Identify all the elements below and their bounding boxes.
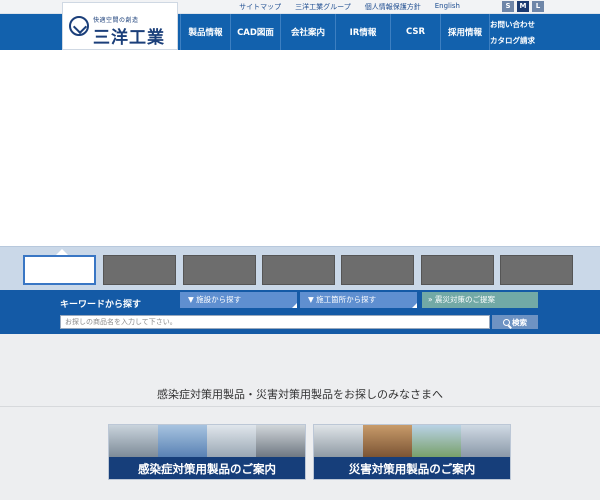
disaster-proposal-tab[interactable]: » 震災対策のご提案 xyxy=(422,292,538,308)
banner-caption: 感染症対策用製品のご案内 xyxy=(109,457,305,479)
slide-thumbnail-strip xyxy=(0,246,600,290)
font-size-medium-button[interactable]: M xyxy=(517,1,529,12)
divider xyxy=(0,406,600,407)
disaster-products-banner[interactable]: 災害対策用製品のご案内 xyxy=(313,424,511,480)
privacy-link[interactable]: 個人情報保護方針 xyxy=(365,2,421,12)
group-link[interactable]: 三洋工業グループ xyxy=(295,2,351,12)
slide-thumbnail-6[interactable] xyxy=(421,255,494,285)
corner-fold-icon xyxy=(292,303,297,308)
banner-photo xyxy=(314,425,510,457)
company-logo[interactable]: 快適空間の創造 三洋工業 xyxy=(62,2,178,50)
slide-thumbnail-1[interactable] xyxy=(23,255,96,285)
contact-link[interactable]: お問い合わせ xyxy=(490,19,535,30)
nav-side-links: お問い合わせ カタログ請求 xyxy=(490,14,535,50)
hero-slideshow xyxy=(0,50,600,246)
nav-item-ir[interactable]: IR情報 xyxy=(335,14,390,50)
search-button-label: 検索 xyxy=(512,317,527,327)
section-title: 感染症対策用製品・災害対策用製品をお探しのみなさまへ xyxy=(157,388,443,401)
facility-search-label: ▼ 施設から探す xyxy=(188,295,242,304)
facility-search-tab[interactable]: ▼ 施設から探す xyxy=(180,292,297,308)
english-link[interactable]: English xyxy=(435,2,460,12)
location-search-label: ▼ 施工箇所から探す xyxy=(308,295,377,304)
slide-thumbnail-2[interactable] xyxy=(103,255,176,285)
font-size-small-button[interactable]: S xyxy=(502,1,514,12)
utility-links: サイトマップ 三洋工業グループ 個人情報保護方針 English xyxy=(239,2,460,12)
font-size-large-button[interactable]: L xyxy=(532,1,544,12)
lower-section: 感染症対策用製品・災害対策用製品をお探しのみなさまへ 感染症対策用製品のご案内 … xyxy=(0,334,600,500)
font-size-switcher: S M L xyxy=(502,1,544,12)
nav-menu: 製品情報 CAD図面 会社案内 IR情報 CSR 採用情報 xyxy=(180,14,490,50)
infection-products-banner[interactable]: 感染症対策用製品のご案内 xyxy=(108,424,306,480)
nav-item-cad[interactable]: CAD図面 xyxy=(230,14,280,50)
nav-item-products[interactable]: 製品情報 xyxy=(180,14,230,50)
location-search-tab[interactable]: ▼ 施工箇所から探す xyxy=(300,292,417,308)
slide-thumbnail-7[interactable] xyxy=(500,255,573,285)
slide-thumbnail-4[interactable] xyxy=(262,255,335,285)
nav-item-csr[interactable]: CSR xyxy=(390,14,440,50)
logo-name: 三洋工業 xyxy=(93,28,165,48)
logo-mark-icon xyxy=(69,16,89,36)
nav-item-company[interactable]: 会社案内 xyxy=(280,14,335,50)
banner-photo xyxy=(109,425,305,457)
banner-caption: 災害対策用製品のご案内 xyxy=(314,457,510,479)
slide-thumbnail-5[interactable] xyxy=(341,255,414,285)
keyword-search-label: キーワードから探す xyxy=(60,300,142,310)
search-icon xyxy=(503,318,510,326)
corner-fold-icon xyxy=(412,303,417,308)
nav-item-recruit[interactable]: 採用情報 xyxy=(440,14,490,50)
slide-thumbnail-3[interactable] xyxy=(183,255,256,285)
search-button[interactable]: 検索 xyxy=(492,315,538,329)
keyword-search-input[interactable] xyxy=(60,315,490,329)
disaster-proposal-label: » 震災対策のご提案 xyxy=(428,295,495,304)
search-section: キーワードから探す ▼ 施設から探す ▼ 施工箇所から探す » 震災対策のご提案… xyxy=(0,290,600,334)
sitemap-link[interactable]: サイトマップ xyxy=(239,2,281,12)
catalog-link[interactable]: カタログ請求 xyxy=(490,35,535,46)
